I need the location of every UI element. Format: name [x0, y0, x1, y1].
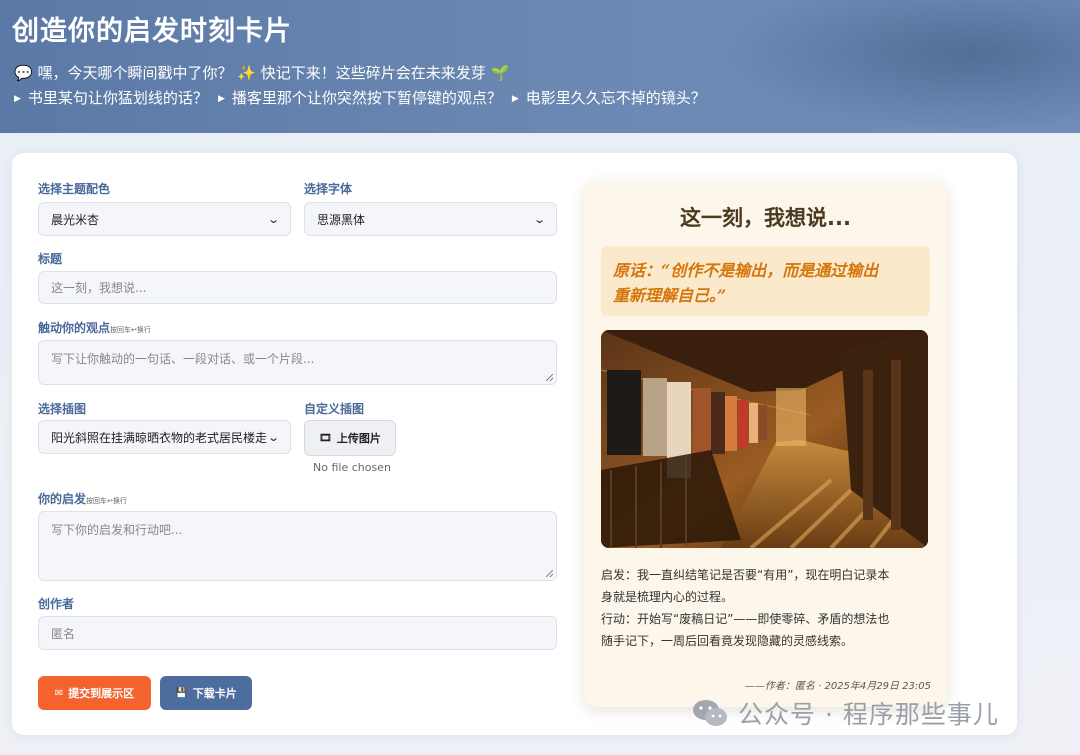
- author-input-placeholder: 匿名: [51, 626, 76, 641]
- title-label: 标题: [38, 252, 63, 266]
- illustration-select[interactable]: 阳光斜照在挂满晾晒衣物的老式居民楼走 ⌄: [38, 420, 291, 454]
- envelope-icon: ✉: [54, 687, 64, 699]
- chevron-down-icon: ⌄: [266, 430, 280, 444]
- watermark: 公众号 · 程序那些事儿: [692, 695, 999, 731]
- illustration-select-value: 阳光斜照在挂满晾晒衣物的老式居民楼走: [51, 430, 268, 445]
- viewpoint-hint: 按回车↩换行: [110, 326, 151, 334]
- font-label: 选择字体: [304, 182, 353, 196]
- insight-hint: 按回车↩换行: [86, 497, 127, 505]
- viewpoint-placeholder: 写下让你触动的一句话、一段对话、或一个片段...: [51, 352, 315, 366]
- insight-placeholder: 写下你的启发和行动吧...: [51, 523, 183, 537]
- viewpoint-label: 触动你的观点按回车↩换行: [38, 319, 151, 336]
- intro-line: 💬 嘿，今天哪个瞬间戳中了你？ ✨ 快记下来！这些碎片会在未来发芽 🌱: [14, 62, 509, 83]
- card-signature: ——作者：匿名 · 2025年4月29日 23:05: [744, 681, 931, 692]
- speech-bubble-icon: 💬: [14, 64, 33, 82]
- floppy-disk-icon: 💾: [175, 687, 188, 699]
- watermark-text: 公众号 · 程序那些事儿: [738, 700, 999, 729]
- sparkle-icon: ✨: [237, 64, 256, 82]
- chevron-down-icon: ⌄: [266, 212, 280, 226]
- sprout-icon: 🌱: [490, 64, 510, 82]
- card-title: 这一刻，我想说...: [680, 206, 851, 230]
- insight-label: 你的启发按回车↩换行: [38, 490, 127, 507]
- viewpoint-label-text: 触动你的观点: [38, 321, 111, 335]
- title-input-placeholder: 这一刻，我想说...: [51, 281, 147, 295]
- viewpoint-textarea[interactable]: 写下让你触动的一句话、一段对话、或一个片段...: [38, 340, 557, 385]
- theme-select-value: 晨光米杏: [51, 212, 100, 227]
- upload-button-label: 上传图片: [336, 432, 381, 445]
- download-button-label: 下载卡片: [192, 687, 237, 700]
- prompt-line: ▶ 书里某句让你猛划线的话？ ▶ 播客里那个让你突然按下暂停键的观点？ ▶ 电影里久久忘不…: [14, 87, 706, 108]
- quote-line: 重新理解自己。”: [613, 286, 727, 305]
- custom-illustration-label: 自定义插图: [304, 402, 365, 416]
- triangle-bullet-icon: ▶: [14, 94, 21, 104]
- author-input[interactable]: 匿名: [38, 616, 557, 650]
- title-input[interactable]: 这一刻，我想说...: [38, 271, 557, 304]
- quote-line: 原话：“创作不是输出，而是通过输出: [613, 261, 879, 280]
- header-banner: 创造你的启发时刻卡片 💬 嘿，今天哪个瞬间戳中了你？ ✨ 快记下来！这些碎片会在…: [0, 0, 1080, 133]
- insight-line: 身就是梳理内心的过程。: [601, 590, 734, 604]
- insight-line: 启发：我一直纠结笔记是否要“有用”，现在明白记录本: [601, 568, 890, 582]
- page-title: 创造你的启发时刻卡片: [12, 16, 292, 47]
- prompt-item: 播客里那个让你突然按下暂停键的观点？: [231, 89, 502, 107]
- card-illustration: [601, 330, 928, 548]
- font-select-value: 思源黑体: [317, 212, 366, 227]
- no-file-chosen-text: No file chosen: [313, 461, 391, 474]
- triangle-bullet-icon: ▶: [217, 94, 225, 104]
- author-label: 创作者: [38, 597, 75, 611]
- intro-text-a: 嘿，今天哪个瞬间戳中了你？: [37, 64, 233, 82]
- action-line: 随手记下，一周后回看竟发现隐藏的灵感线索。: [601, 634, 854, 648]
- prompt-item: 书里某句让你猛划线的话？: [27, 89, 208, 107]
- font-select[interactable]: 思源黑体 ⌄: [304, 202, 557, 236]
- resize-handle-icon[interactable]: [546, 374, 553, 381]
- insight-textarea[interactable]: 写下你的启发和行动吧...: [38, 511, 557, 581]
- upload-image-button[interactable]: 🎞 上传图片: [304, 420, 396, 456]
- theme-label: 选择主题配色: [38, 182, 111, 196]
- chevron-down-icon: ⌄: [532, 212, 546, 226]
- film-icon: 🎞: [319, 432, 332, 444]
- submit-button-label: 提交到展示区: [68, 687, 135, 700]
- download-card-button[interactable]: 💾 下载卡片: [160, 676, 252, 710]
- insight-label-text: 你的启发: [38, 492, 87, 506]
- card-preview: 这一刻，我想说... 原话：“创作不是输出，而是通过输出 重新理解自己。” 启发…: [584, 180, 947, 707]
- card-insight-text: 启发：我一直纠结笔记是否要“有用”，现在明白记录本 身就是梳理内心的过程。 行动…: [601, 564, 931, 652]
- quote-block: 原话：“创作不是输出，而是通过输出 重新理解自己。”: [601, 246, 930, 316]
- submit-to-showcase-button[interactable]: ✉ 提交到展示区: [38, 676, 151, 710]
- action-line: 行动：开始写“废稿日记”——即使零碎、矛盾的想法也: [601, 612, 890, 626]
- triangle-bullet-icon: ▶: [511, 94, 519, 104]
- prompt-item: 电影里久久忘不掉的镜头？: [525, 89, 706, 107]
- resize-handle-icon[interactable]: [546, 570, 553, 577]
- theme-select[interactable]: 晨光米杏 ⌄: [38, 202, 291, 236]
- illustration-label: 选择插图: [38, 402, 87, 416]
- wechat-icon: [693, 700, 727, 726]
- intro-text-b: 快记下来！这些碎片会在未来发芽: [260, 64, 486, 82]
